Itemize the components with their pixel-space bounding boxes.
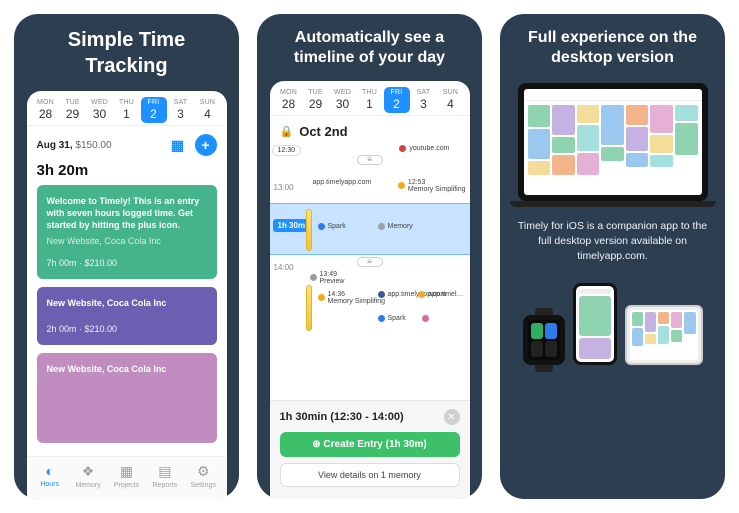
memory-item[interactable]: 13:49Preview	[310, 271, 345, 285]
entry-meta: 2h 00m · $210.00	[47, 323, 207, 335]
date-cell[interactable]: MON28	[33, 97, 59, 123]
panel-title: Full experience on the desktop version	[514, 14, 711, 77]
memory-item[interactable]: app.timelyapp.com	[310, 179, 370, 186]
watch-mock	[523, 315, 565, 365]
date-cell[interactable]: SAT3	[168, 97, 194, 123]
tab-projects[interactable]: ▦Projects	[107, 463, 145, 489]
calendar-icon[interactable]: ▦	[167, 134, 189, 156]
memory-item[interactable]: Memory	[378, 223, 413, 230]
entry-card[interactable]: Welcome to Timely! This is an entry with…	[37, 185, 217, 279]
selection-duration-badge: 1h 30m	[273, 219, 311, 232]
selection-summary: 1h 30min (12:30 - 14:00)	[280, 411, 404, 423]
date-cell[interactable]: FRI2	[384, 87, 410, 113]
close-icon[interactable]: ✕	[444, 409, 460, 425]
device-group	[523, 283, 703, 365]
entry-meta: 7h 00m · $210.00	[47, 257, 207, 269]
memory-item[interactable]: app.timel…	[418, 291, 463, 298]
entry-cards: Welcome to Timely! This is an entry with…	[27, 185, 227, 443]
drag-handle-icon[interactable]: ≡	[357, 155, 383, 165]
date-cell[interactable]: SUN4	[195, 97, 221, 123]
tab-hours[interactable]: ◐Hours	[31, 463, 69, 489]
phone-mock-2: MON28TUE29WED30THU1FRI2SAT3SUN4 🔒 Oct 2n…	[270, 81, 470, 499]
timeline-date: Oct 2nd	[299, 124, 347, 139]
tab-reports[interactable]: ▤Reports	[146, 463, 184, 489]
time-chip[interactable]: 12:30	[272, 145, 302, 156]
summary-date: Aug 31,	[37, 140, 73, 151]
hour-label: 14:00	[274, 263, 294, 272]
timeline-heading: 🔒 Oct 2nd	[270, 116, 470, 145]
entry-title: Welcome to Timely! This is an entry with…	[47, 195, 207, 231]
activity-bar[interactable]	[306, 209, 312, 251]
date-cell[interactable]: WED30	[330, 87, 356, 113]
panel-description: Timely for iOS is a companion app to the…	[512, 219, 713, 265]
day-summary-row: Aug 31, $150.00 ▦ +	[27, 126, 227, 162]
entry-title: New Website, Coca Cola Inc	[47, 297, 207, 309]
drag-handle-icon[interactable]: ≡	[357, 257, 383, 267]
memory-item[interactable]: Spark	[378, 315, 406, 322]
timeline-footer: 1h 30min (12:30 - 14:00) ✕ Create Entry …	[270, 400, 470, 499]
view-details-button[interactable]: View details on 1 memory	[280, 463, 460, 487]
laptop-mock	[518, 83, 708, 201]
date-strip[interactable]: MON28TUE29WED30THU1FRI2SAT3SUN4	[270, 81, 470, 116]
timeline[interactable]: ≡ 12:30 13:00 14:00 youtube.com app.time…	[270, 145, 470, 400]
memory-item[interactable]: youtube.com	[399, 145, 449, 152]
entry-subtitle: New Website, Coca Cola Inc	[47, 235, 207, 247]
date-cell[interactable]: MON28	[276, 87, 302, 113]
date-cell[interactable]: TUE29	[60, 97, 86, 123]
hour-label: 13:00	[274, 183, 294, 192]
date-cell[interactable]: WED30	[87, 97, 113, 123]
date-cell[interactable]: THU1	[114, 97, 140, 123]
add-entry-button[interactable]: +	[195, 134, 217, 156]
date-cell[interactable]: SUN4	[438, 87, 464, 113]
tab-memory[interactable]: ❖Memory	[69, 463, 107, 489]
promo-panel-2: Automatically see a timeline of your day…	[257, 14, 482, 499]
tablet-mock	[625, 305, 703, 365]
mini-phone-mock	[573, 283, 617, 365]
memory-item[interactable]: Spark	[318, 223, 346, 230]
memory-item[interactable]	[422, 315, 429, 322]
summary-amount: $150.00	[75, 140, 111, 151]
panel-title: Automatically see a timeline of your day	[280, 14, 459, 77]
promo-panel-3: Full experience on the desktop version T…	[500, 14, 725, 499]
phone-mock-1: MON28TUE29WED30THU1FRI2SAT3SUN4 Aug 31, …	[27, 91, 227, 499]
lock-icon: 🔒	[280, 125, 294, 138]
panel-title: Simple Time Tracking	[54, 14, 199, 87]
entry-title: New Website, Coca Cola Inc	[47, 363, 207, 375]
date-cell[interactable]: THU1	[357, 87, 383, 113]
activity-bar[interactable]	[306, 285, 312, 331]
date-cell[interactable]: FRI2	[141, 97, 167, 123]
memory-item[interactable]: 12:53Memory Simplifing	[398, 179, 466, 193]
promo-panel-1: Simple Time Tracking MON28TUE29WED30THU1…	[14, 14, 239, 499]
date-cell[interactable]: TUE29	[303, 87, 329, 113]
tab-settings[interactable]: ⚙Settings	[184, 463, 222, 489]
date-strip[interactable]: MON28TUE29WED30THU1FRI2SAT3SUN4	[27, 91, 227, 126]
create-entry-button[interactable]: Create Entry (1h 30m)	[280, 432, 460, 457]
tab-bar: ◐Hours❖Memory▦Projects▤Reports⚙Settings	[27, 456, 227, 499]
entry-card[interactable]: New Website, Coca Cola Inc	[37, 353, 217, 443]
entry-card[interactable]: New Website, Coca Cola Inc 2h 00m · $210…	[37, 287, 217, 345]
date-cell[interactable]: SAT3	[411, 87, 437, 113]
summary-total: 3h 20m	[27, 162, 227, 185]
memory-item[interactable]: 14:36Memory Simplifing	[318, 291, 386, 305]
